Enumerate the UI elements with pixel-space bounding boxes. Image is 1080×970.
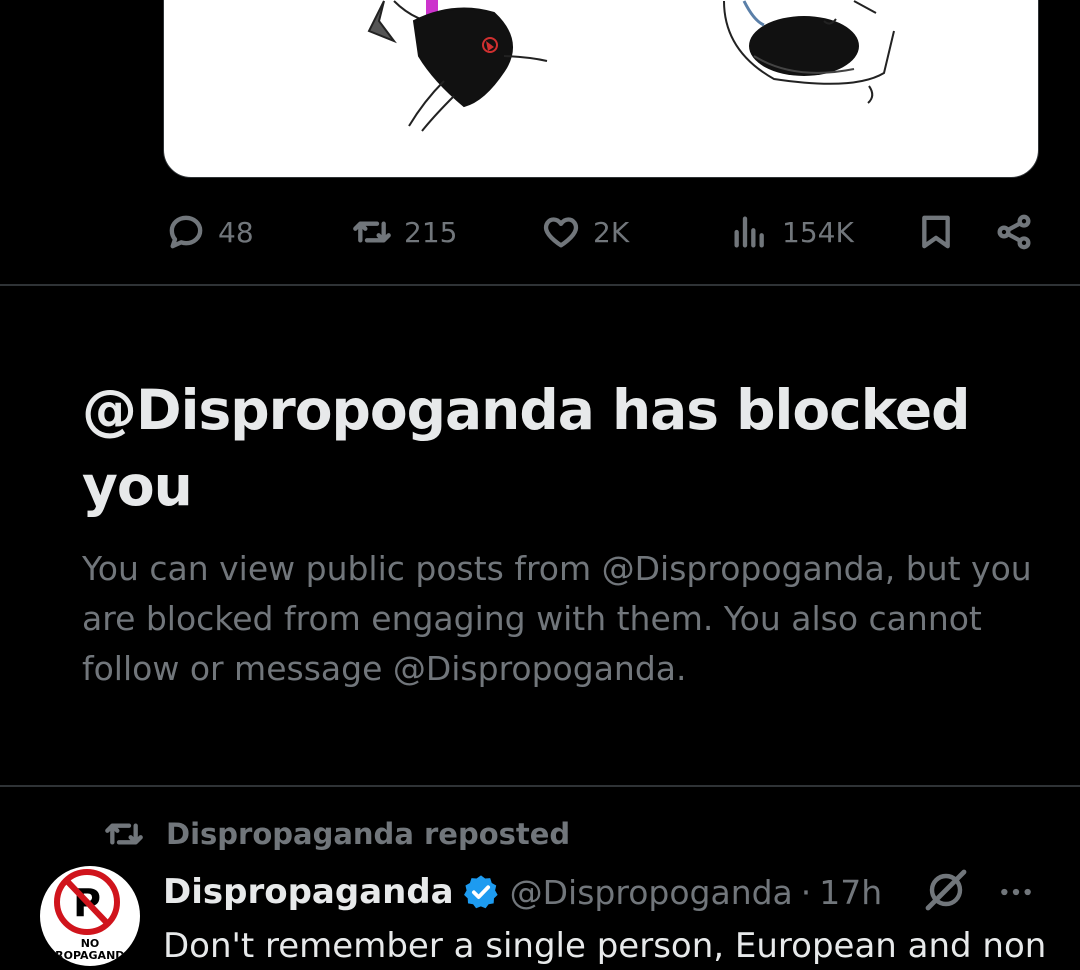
- blocked-title: @Dispropoganda has blocked you: [82, 378, 971, 518]
- reply-icon: [169, 215, 203, 249]
- like-button[interactable]: 2K: [541, 212, 629, 252]
- post-header: Dispropaganda @Dispropoganda · 17h: [163, 864, 882, 920]
- views-button[interactable]: 154K: [730, 212, 854, 252]
- share-button[interactable]: [994, 212, 1034, 252]
- post-time[interactable]: 17h: [819, 873, 882, 912]
- repost-indicator[interactable]: Dispropaganda reposted: [104, 814, 570, 854]
- avatar[interactable]: P NO PROPAGANDA: [40, 866, 140, 966]
- views-count: 154K: [782, 215, 854, 249]
- avatar-caption-no: NO: [80, 937, 100, 950]
- author-handle[interactable]: @Dispropoganda: [510, 873, 793, 912]
- post-text: Don't remember a single person, European…: [163, 926, 1047, 966]
- post-media-card[interactable]: [163, 0, 1039, 178]
- repost-icon: [105, 823, 143, 845]
- bookmark-icon: [922, 215, 950, 249]
- more-icon[interactable]: [996, 872, 1036, 912]
- like-icon: [543, 217, 579, 248]
- meta-separator: ·: [800, 872, 812, 912]
- repost-count: 215: [404, 215, 458, 249]
- post-divider: [0, 284, 1080, 286]
- section-divider: [0, 785, 1080, 787]
- grok-icon[interactable]: [922, 866, 970, 914]
- share-icon: [997, 214, 1031, 250]
- repost-button[interactable]: 215: [352, 212, 457, 252]
- reply-button[interactable]: 48: [166, 212, 254, 252]
- author-name[interactable]: Dispropaganda: [163, 872, 454, 912]
- bookmark-button[interactable]: [916, 212, 956, 252]
- repost-icon: [353, 221, 391, 243]
- meme-image: [367, 0, 895, 132]
- reply-count: 48: [218, 215, 254, 249]
- repost-label: Dispropaganda reposted: [166, 817, 571, 851]
- like-count: 2K: [593, 215, 630, 249]
- verified-icon: [463, 875, 498, 909]
- blocked-description: You can view public posts from @Dispropo…: [82, 549, 1032, 688]
- views-icon: [734, 216, 764, 248]
- avatar-caption-propaganda: PROPAGANDA: [47, 949, 133, 962]
